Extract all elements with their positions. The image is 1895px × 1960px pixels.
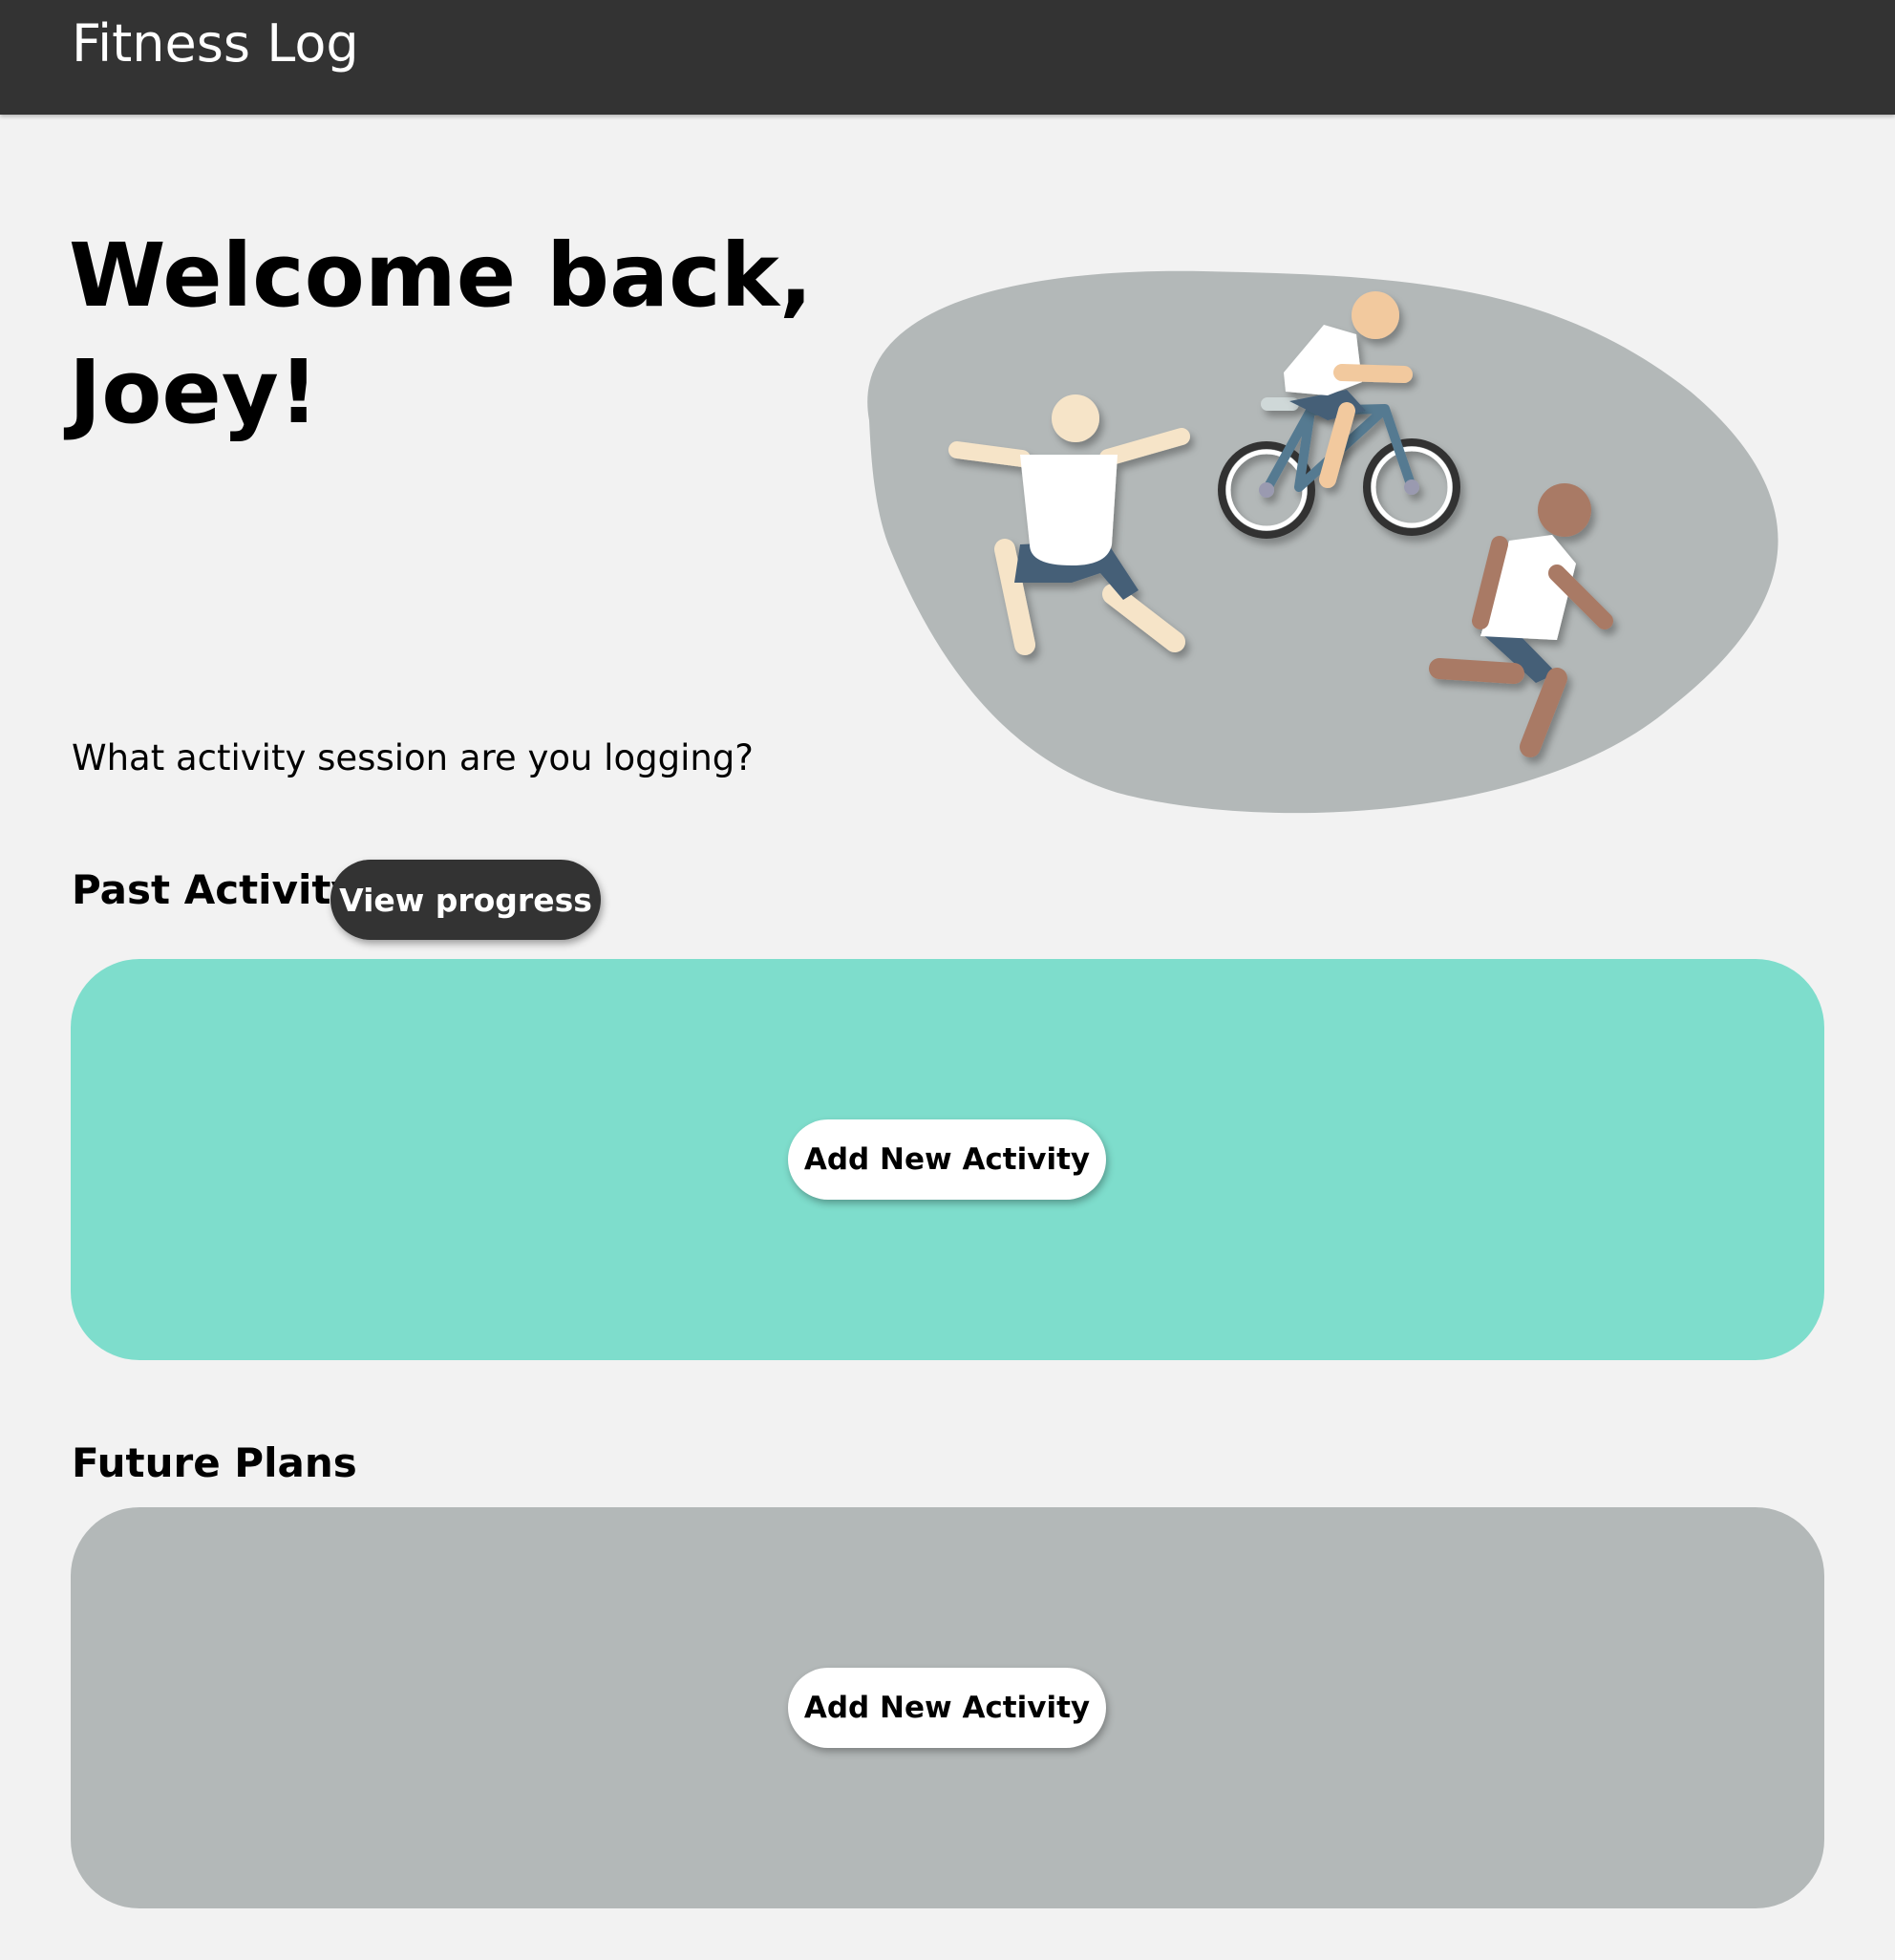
- welcome-heading: Welcome back, Joey!: [69, 224, 813, 443]
- add-future-activity-button[interactable]: Add New Activity: [788, 1668, 1106, 1748]
- activity-prompt: What activity session are you logging?: [72, 737, 754, 778]
- add-past-activity-button[interactable]: Add New Activity: [788, 1119, 1106, 1200]
- future-plans-panel: Add New Activity: [71, 1507, 1824, 1908]
- app-title: Fitness Log: [72, 13, 359, 74]
- app-header: Fitness Log: [0, 0, 1895, 115]
- future-plans-title: Future Plans: [72, 1439, 357, 1486]
- past-activity-title: Past Activity: [72, 866, 357, 913]
- people-exercising-illustration: [867, 270, 1778, 814]
- view-progress-button[interactable]: View progress: [330, 860, 601, 940]
- past-activity-panel: Add New Activity: [71, 959, 1824, 1360]
